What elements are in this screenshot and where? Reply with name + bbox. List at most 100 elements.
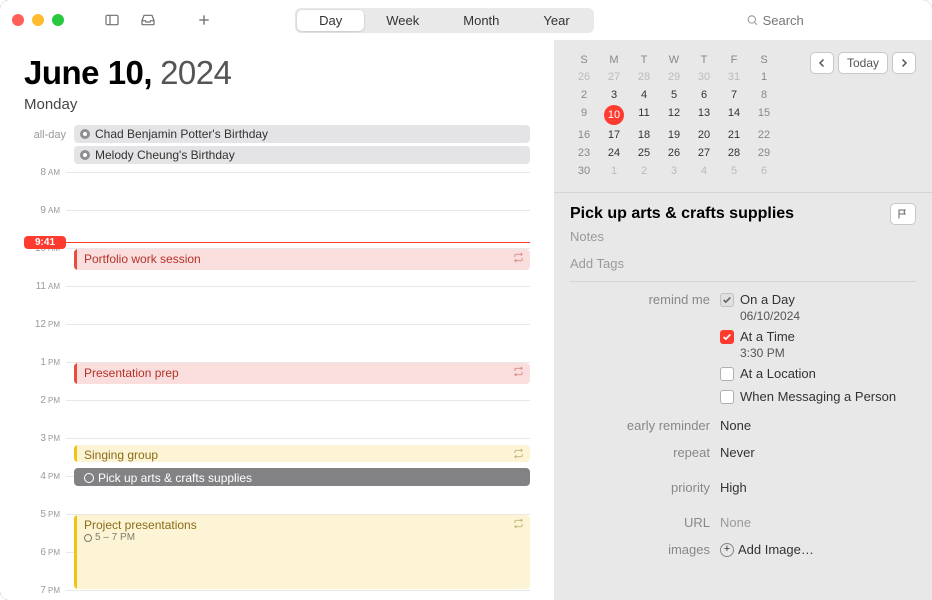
timeline[interactable]: 8 AM9 AM10 AM11 AM12 PM1 PM2 PM3 PM4 PM5… xyxy=(24,172,530,600)
today-button[interactable]: Today xyxy=(838,52,888,74)
search-field[interactable] xyxy=(740,11,920,30)
minimize-window-button[interactable] xyxy=(32,14,44,26)
hour-label: 11 AM xyxy=(24,281,66,292)
mini-day[interactable]: 18 xyxy=(630,126,658,144)
when-messaging-checkbox[interactable] xyxy=(720,390,734,404)
mini-day-header: M xyxy=(600,52,628,68)
reminder-title[interactable]: Pick up arts & crafts supplies xyxy=(570,205,794,223)
at-location-checkbox[interactable] xyxy=(720,367,734,381)
repeat-value[interactable]: Never xyxy=(720,445,916,460)
mini-day[interactable]: 21 xyxy=(720,126,748,144)
mini-day[interactable]: 3 xyxy=(600,86,628,104)
mini-day[interactable]: 5 xyxy=(660,86,688,104)
event-singing[interactable]: Singing group xyxy=(74,445,530,462)
event-project[interactable]: Project presentations5 – 7 PM xyxy=(74,515,530,589)
mini-day[interactable]: 9 xyxy=(570,104,598,126)
mini-day[interactable]: 17 xyxy=(600,126,628,144)
mini-day[interactable]: 30 xyxy=(690,68,718,86)
search-input[interactable] xyxy=(763,13,914,28)
mini-day[interactable]: 31 xyxy=(720,68,748,86)
repeat-label: repeat xyxy=(570,445,720,460)
mini-day[interactable]: 29 xyxy=(750,144,778,162)
mini-day[interactable]: 25 xyxy=(630,144,658,162)
mini-day[interactable]: 11 xyxy=(630,104,658,126)
next-month-button[interactable] xyxy=(892,52,916,74)
weekday-label: Monday xyxy=(24,96,530,113)
mini-day[interactable]: 7 xyxy=(720,86,748,104)
on-a-day-value[interactable]: 06/10/2024 xyxy=(720,309,916,323)
mini-day[interactable]: 1 xyxy=(600,162,628,180)
mini-day[interactable]: 22 xyxy=(750,126,778,144)
early-reminder-label: early reminder xyxy=(570,418,720,433)
all-day-label: all-day xyxy=(24,125,66,164)
mini-day[interactable]: 26 xyxy=(570,68,598,86)
hour-label: 9 AM xyxy=(24,205,66,216)
allday-event[interactable]: Chad Benjamin Potter's Birthday xyxy=(74,125,530,143)
allday-event[interactable]: Melody Cheung's Birthday xyxy=(74,146,530,164)
view-tab-week[interactable]: Week xyxy=(364,10,441,31)
mini-day[interactable]: 6 xyxy=(690,86,718,104)
mini-day[interactable]: 14 xyxy=(720,104,748,126)
view-tab-year[interactable]: Year xyxy=(521,10,591,31)
repeat-icon xyxy=(513,366,524,380)
reminder-ring-icon xyxy=(84,473,94,483)
current-time-indicator: 9:41 xyxy=(24,236,530,249)
event-portfolio[interactable]: Portfolio work session xyxy=(74,249,530,270)
titlebar: DayWeekMonthYear xyxy=(0,0,932,40)
flag-button[interactable] xyxy=(890,203,916,225)
hour-label: 7 PM xyxy=(24,585,66,596)
window-controls xyxy=(12,14,64,26)
mini-day[interactable]: 3 xyxy=(660,162,688,180)
mini-day[interactable]: 27 xyxy=(600,68,628,86)
mini-day[interactable]: 15 xyxy=(750,104,778,126)
priority-value[interactable]: High xyxy=(720,480,916,495)
mini-day[interactable]: 29 xyxy=(660,68,688,86)
view-tab-month[interactable]: Month xyxy=(441,10,521,31)
inbox-icon[interactable] xyxy=(134,9,162,31)
mini-day[interactable]: 4 xyxy=(630,86,658,104)
mini-day[interactable]: 19 xyxy=(660,126,688,144)
mini-day[interactable]: 24 xyxy=(600,144,628,162)
close-window-button[interactable] xyxy=(12,14,24,26)
mini-day[interactable]: 28 xyxy=(630,68,658,86)
view-tab-day[interactable]: Day xyxy=(297,10,364,31)
at-a-time-value[interactable]: 3:30 PM xyxy=(720,346,916,360)
tags-field[interactable]: Add Tags xyxy=(570,250,916,282)
mini-day[interactable]: 27 xyxy=(690,144,718,162)
mini-day[interactable]: 12 xyxy=(660,104,688,126)
mini-day[interactable]: 1 xyxy=(750,68,778,86)
add-image-button[interactable]: + Add Image… xyxy=(720,542,916,557)
at-location-label: At a Location xyxy=(740,366,816,381)
on-a-day-checkbox[interactable] xyxy=(720,293,734,307)
hour-label: 3 PM xyxy=(24,433,66,444)
mini-day[interactable]: 28 xyxy=(720,144,748,162)
early-reminder-value[interactable]: None xyxy=(720,418,916,433)
event-pickup[interactable]: Pick up arts & crafts supplies xyxy=(74,468,530,487)
calendar-dot-icon xyxy=(80,150,90,160)
when-messaging-label: When Messaging a Person xyxy=(740,389,896,404)
event-prep[interactable]: Presentation prep xyxy=(74,363,530,384)
mini-day[interactable]: 26 xyxy=(660,144,688,162)
mini-day[interactable]: 4 xyxy=(690,162,718,180)
mini-day[interactable]: 23 xyxy=(570,144,598,162)
sidebar-toggle-icon[interactable] xyxy=(98,9,126,31)
prev-month-button[interactable] xyxy=(810,52,834,74)
mini-day[interactable]: 13 xyxy=(690,104,718,126)
mini-day[interactable]: 8 xyxy=(750,86,778,104)
add-event-icon[interactable] xyxy=(190,9,218,31)
mini-day[interactable]: 16 xyxy=(570,126,598,144)
at-a-time-checkbox[interactable] xyxy=(720,330,734,344)
mini-day[interactable]: 10 xyxy=(604,105,624,125)
mini-day[interactable]: 2 xyxy=(630,162,658,180)
mini-day[interactable]: 2 xyxy=(570,86,598,104)
mini-day[interactable]: 6 xyxy=(750,162,778,180)
mini-day-header: F xyxy=(720,52,748,68)
url-value[interactable]: None xyxy=(720,515,916,530)
notes-field[interactable]: Notes xyxy=(570,229,916,250)
mini-day[interactable]: 5 xyxy=(720,162,748,180)
on-a-day-label: On a Day xyxy=(740,292,795,307)
mini-day[interactable]: 30 xyxy=(570,162,598,180)
mini-day[interactable]: 20 xyxy=(690,126,718,144)
zoom-window-button[interactable] xyxy=(52,14,64,26)
url-label: URL xyxy=(570,515,720,530)
